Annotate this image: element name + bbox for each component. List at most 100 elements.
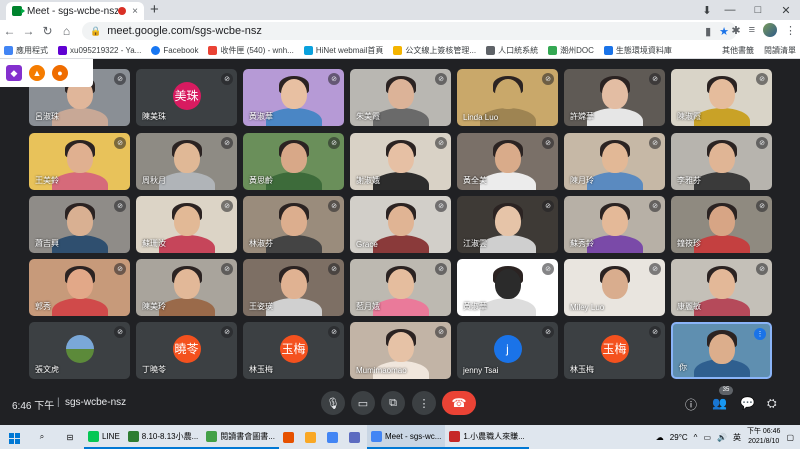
participant-tile[interactable]: ⊘ 康麗敏	[671, 259, 772, 316]
taskbar-app[interactable]: 1.小農職人來賺...	[445, 425, 529, 449]
more-options-button[interactable]: ⋮	[412, 391, 436, 415]
participant-tile[interactable]: j ⊘ jenny Tsai	[457, 322, 558, 379]
participant-tile[interactable]: ⊘ 江淑雲	[457, 196, 558, 253]
task-view-icon[interactable]: ⊟	[56, 433, 84, 442]
bookmark-item[interactable]: HiNet webmail首頁	[303, 45, 383, 56]
participant-tile[interactable]: ⊘ Miley Luo	[564, 259, 665, 316]
ime-indicator[interactable]: 英	[733, 432, 741, 443]
camera-in-use-icon[interactable]: ▮	[705, 25, 711, 38]
weather-icon[interactable]: ☁	[656, 433, 664, 442]
minimize-button[interactable]: —	[716, 4, 744, 16]
taskbar-app[interactable]: 閱讀書會圖書...	[202, 425, 279, 449]
close-window-button[interactable]: ✕	[772, 4, 800, 17]
back-arrow-icon[interactable]: ←	[0, 24, 19, 38]
search-icon[interactable]: ⌕	[28, 432, 56, 442]
bookmark-item[interactable]: xu095219322 - Ya...	[58, 45, 141, 55]
taskbar-app[interactable]: Meet - sgs-wc...	[366, 425, 446, 449]
participant-tile[interactable]: ⊘ 黃淑華	[243, 69, 344, 126]
participant-tile[interactable]: ⊘ 林淑芬	[243, 196, 344, 253]
tab-close-icon[interactable]: ×	[132, 6, 138, 17]
start-button[interactable]	[0, 431, 28, 444]
participant-tile[interactable]: ⊘ 黃全美	[457, 133, 558, 190]
lock-icon[interactable]: 🔒	[90, 26, 101, 37]
participant-tile[interactable]: ⊘ 許嫦華	[564, 69, 665, 126]
participant-tile[interactable]: ⊘ 藍月娥	[350, 259, 451, 316]
participant-tile[interactable]: 玉梅 ⊘ 林玉梅	[564, 322, 665, 379]
participant-tile[interactable]: ⊘ Linda Luo	[457, 69, 558, 126]
participant-tile[interactable]: ⊘ 黃思齡	[243, 133, 344, 190]
microphone-button[interactable]: 🎙	[321, 391, 345, 415]
meeting-details-button[interactable]: ⓘ	[685, 396, 697, 413]
maximize-button[interactable]: □	[744, 4, 772, 16]
forward-arrow-icon[interactable]: →	[19, 24, 38, 38]
participant-tile[interactable]: ⊘ 郭秀	[29, 259, 130, 316]
taskbar-app[interactable]	[301, 425, 323, 449]
browser-tab-meet[interactable]: Meet - sgs-wcbe-nsz ×	[6, 2, 144, 20]
participant-tile[interactable]: ⊘ 陳淑霞	[671, 69, 772, 126]
bookmark-item[interactable]: 生態環境資料庫	[603, 45, 672, 56]
participant-tile[interactable]: ⊘ 鐘筱珍	[671, 196, 772, 253]
bookmark-item[interactable]: 應用程式	[4, 45, 48, 56]
camera-button[interactable]: ▭	[351, 391, 375, 415]
other-bookmarks-folder[interactable]: 其他書籤	[722, 45, 754, 56]
reload-icon[interactable]: ↻	[38, 24, 57, 38]
participant-tile[interactable]: ⊘ 蘇秀鈴	[564, 196, 665, 253]
participant-tile[interactable]: ⊘ 陳美玲	[136, 259, 237, 316]
participant-tile[interactable]: ⊘ 王美鈴	[29, 133, 130, 190]
participant-tile[interactable]: ⊘ Mumimaomao	[350, 322, 451, 379]
menu-icon[interactable]: ⋮	[785, 24, 796, 37]
participant-video	[173, 143, 200, 174]
participant-tile[interactable]: ⊘ 陳月玲	[564, 133, 665, 190]
activities-button[interactable]: ⛭	[767, 396, 777, 411]
triangle-icon[interactable]: ▲	[29, 65, 45, 81]
show-everyone-button[interactable]: 👥	[712, 396, 727, 410]
participant-tile[interactable]: ⊘ 周秋月	[136, 133, 237, 190]
taskbar-app[interactable]	[345, 425, 367, 449]
bookmark-item[interactable]: 收件匣 (540) - wnh...	[208, 45, 294, 56]
bookmark-item[interactable]: Facebook	[151, 45, 198, 55]
taskbar-app[interactable]	[323, 425, 345, 449]
browser-tab-strip: Meet - sgs-wcbe-nsz × + ⬇ — □ ✕	[0, 0, 800, 20]
weather-temp[interactable]: 29°C	[670, 433, 688, 442]
chat-button[interactable]: 💬	[740, 396, 755, 410]
shield-icon[interactable]: ◆	[6, 65, 22, 81]
tab-search-icon[interactable]: ≡	[749, 24, 755, 36]
bookmark-item[interactable]: 公文線上簽核管理...	[393, 45, 476, 56]
tray-expand-icon[interactable]: ^	[694, 433, 698, 442]
participant-tile[interactable]: ⊘ 張文虎	[29, 322, 130, 379]
taskbar-app[interactable]	[279, 425, 301, 449]
bookmark-star-icon[interactable]: ★	[719, 25, 729, 38]
home-icon[interactable]: ⌂	[57, 24, 76, 38]
taskbar-app[interactable]: 8.10-8.13小農...	[123, 425, 203, 449]
download-icon[interactable]: ⬇	[698, 4, 716, 17]
participant-tile[interactable]: ⊘ 黃淑華	[457, 259, 558, 316]
participant-tile[interactable]: 美珠 ⊘ 陳美珠	[136, 69, 237, 126]
participant-tile[interactable]: ⊘ 李雅芬	[671, 133, 772, 190]
participant-tile[interactable]: ⊘ Grace	[350, 196, 451, 253]
present-screen-button[interactable]: ⧉	[381, 391, 405, 415]
participant-video	[601, 143, 628, 174]
address-bar[interactable]: 🔒 meet.google.com/sgs-wcbe-nsz ▮ ★	[82, 22, 737, 40]
taskbar-clock[interactable]: 下午 06:46 2021/8/10	[747, 427, 780, 447]
participant-tile[interactable]: ⋮ 你	[671, 322, 772, 379]
participant-video	[158, 235, 215, 253]
reading-list-button[interactable]: 閱讀清單	[764, 45, 796, 56]
participant-tile[interactable]: ⊘ 謝淑娥	[350, 133, 451, 190]
participant-tile[interactable]: 曉苓 ⊘ 丁曉苓	[136, 322, 237, 379]
participant-tile[interactable]: 玉梅 ⊘ 林玉梅	[243, 322, 344, 379]
taskbar-app[interactable]: LINE	[84, 425, 124, 449]
participant-tile[interactable]: ⊘ 蘇珊汝	[136, 196, 237, 253]
participant-tile[interactable]: ⊘ 朱美霞	[350, 69, 451, 126]
new-tab-button[interactable]: +	[150, 1, 159, 18]
badge-icon[interactable]: ●	[52, 65, 68, 81]
participant-tile[interactable]: ⊘ 蕭吉興	[29, 196, 130, 253]
bookmark-item[interactable]: 潮州DOC	[548, 45, 594, 56]
extensions-icon[interactable]: ✱	[731, 24, 740, 37]
profile-avatar[interactable]	[763, 23, 777, 37]
participant-tile[interactable]: ⊘ 王姿瑛	[243, 259, 344, 316]
notifications-icon[interactable]: ▢	[786, 433, 794, 442]
bookmark-item[interactable]: 人口統系統	[486, 45, 538, 56]
network-icon[interactable]: ▭	[703, 433, 711, 442]
volume-icon[interactable]: 🔊	[717, 433, 727, 442]
leave-call-button[interactable]: ☎	[442, 391, 476, 415]
